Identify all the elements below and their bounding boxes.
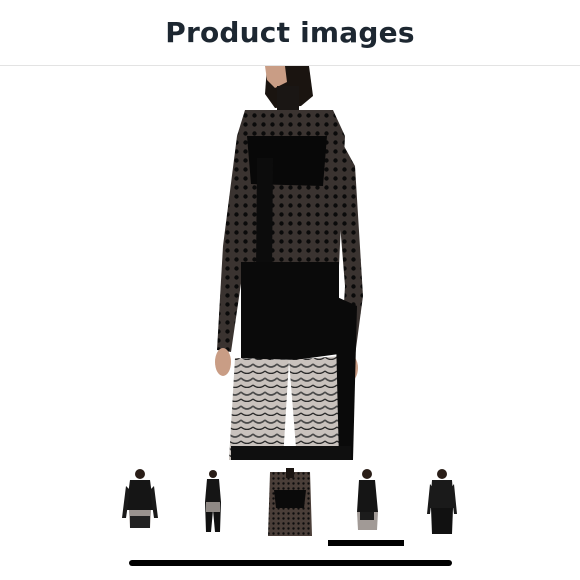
page-title: Product images	[165, 16, 415, 49]
carousel-position-indicator	[328, 540, 404, 546]
page-header: Product images	[0, 0, 580, 66]
thumbnail-side-icon	[357, 469, 378, 530]
thumbnail-strip	[0, 466, 580, 536]
thumbnail-full-length-icon	[205, 470, 221, 532]
thumbnail-full-length-view[interactable]	[199, 466, 227, 536]
main-product-image[interactable]	[205, 66, 375, 460]
thumbnail-closeup-icon	[268, 468, 312, 536]
thumbnail-fabric-closeup[interactable]	[266, 466, 314, 536]
model-photo-icon	[215, 66, 363, 460]
thumbnail-front-icon	[122, 469, 158, 528]
home-indicator-bar[interactable]	[129, 560, 452, 566]
thumbnail-side-view[interactable]	[352, 466, 382, 536]
thumbnail-front-view[interactable]	[120, 466, 160, 536]
thumbnail-back-view[interactable]	[424, 466, 460, 536]
thumbnail-back-icon	[427, 469, 457, 534]
